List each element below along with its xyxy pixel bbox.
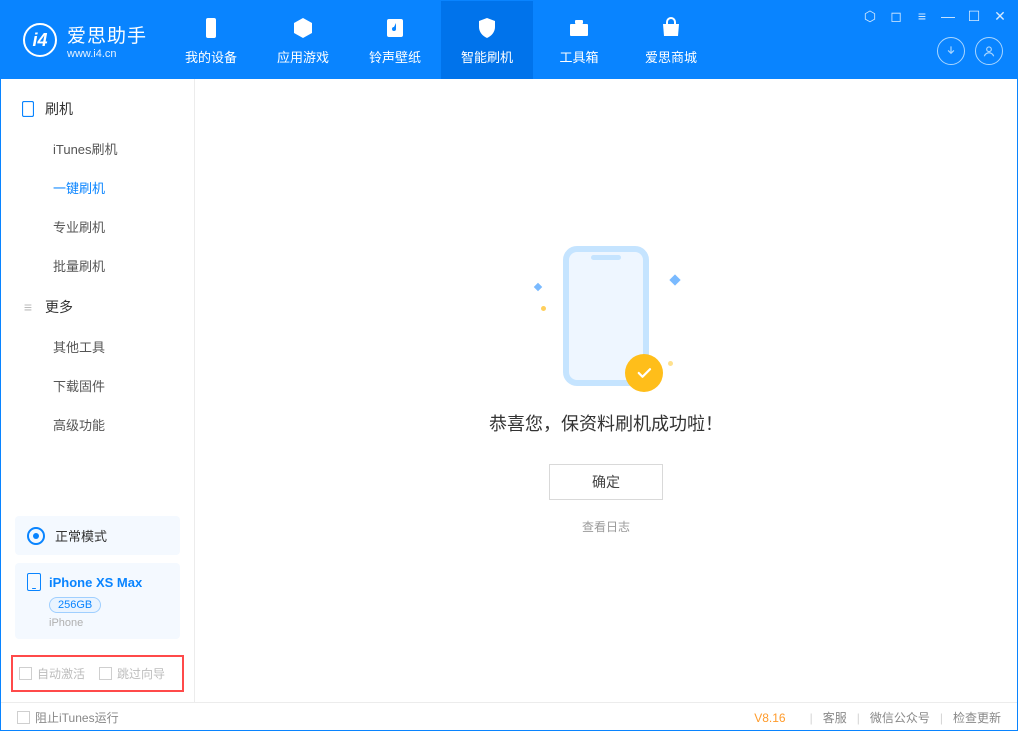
user-button[interactable] xyxy=(975,37,1003,65)
tab-toolbox[interactable]: 工具箱 xyxy=(533,1,625,79)
menu-icon[interactable]: ≡ xyxy=(913,7,931,25)
checkbox-icon xyxy=(99,667,112,680)
check-update-link[interactable]: 检查更新 xyxy=(953,709,1001,726)
download-button[interactable] xyxy=(937,37,965,65)
app-header: i4 爱思助手 www.i4.cn 我的设备 应用游戏 铃声壁纸 智能刷机 工具… xyxy=(1,1,1017,79)
sidebar-item-advanced[interactable]: 高级功能 xyxy=(1,405,194,444)
sidebar-item-download-firmware[interactable]: 下载固件 xyxy=(1,366,194,405)
tab-label: 爱思商城 xyxy=(645,47,697,66)
device-phone-icon xyxy=(27,573,41,591)
tab-label: 应用游戏 xyxy=(277,47,329,66)
status-bar: 阻止iTunes运行 V8.16 | 客服 | 微信公众号 | 检查更新 xyxy=(1,702,1017,732)
mode-card[interactable]: 正常模式 xyxy=(15,516,180,555)
device-card[interactable]: iPhone XS Max 256GB iPhone xyxy=(15,563,180,639)
sidebar-header-flash: 刷机 xyxy=(1,87,194,129)
flash-options-highlighted: 自动激活 跳过向导 xyxy=(11,655,184,692)
header-actions xyxy=(937,37,1003,65)
storage-badge: 256GB xyxy=(49,597,101,613)
tab-flash[interactable]: 智能刷机 xyxy=(441,1,533,79)
version-label: V8.16 xyxy=(754,711,785,725)
logo-icon: i4 xyxy=(23,23,57,57)
device-icon xyxy=(198,15,224,41)
tab-store[interactable]: 爱思商城 xyxy=(625,1,717,79)
sidebar-item-batch-flash[interactable]: 批量刷机 xyxy=(1,246,194,285)
list-icon: ≡ xyxy=(21,300,35,314)
tab-label: 智能刷机 xyxy=(461,47,513,66)
music-icon xyxy=(382,15,408,41)
success-illustration xyxy=(563,246,649,386)
shirt-icon[interactable]: ⬡ xyxy=(861,7,879,25)
close-icon[interactable]: ✕ xyxy=(991,7,1009,25)
checkbox-skip-guide[interactable]: 跳过向导 xyxy=(99,665,165,682)
mode-label: 正常模式 xyxy=(55,526,107,545)
tab-label: 工具箱 xyxy=(560,47,599,66)
device-type: iPhone xyxy=(49,617,168,629)
sidebar: 刷机 iTunes刷机 一键刷机 专业刷机 批量刷机 ≡ 更多 其他工具 下载固… xyxy=(1,79,195,702)
mode-icon xyxy=(27,527,45,545)
ok-button[interactable]: 确定 xyxy=(549,464,663,500)
device-name: iPhone XS Max xyxy=(49,575,142,590)
toolbox-icon xyxy=(566,15,592,41)
feedback-icon[interactable]: ◻ xyxy=(887,7,905,25)
tab-label: 铃声壁纸 xyxy=(369,47,421,66)
checkbox-block-itunes[interactable]: 阻止iTunes运行 xyxy=(17,709,119,726)
app-subtitle: www.i4.cn xyxy=(67,48,147,60)
support-link[interactable]: 客服 xyxy=(823,709,847,726)
checkbox-auto-activate[interactable]: 自动激活 xyxy=(19,665,85,682)
wechat-link[interactable]: 微信公众号 xyxy=(870,709,930,726)
app-title: 爱思助手 xyxy=(67,21,147,48)
view-log-link[interactable]: 查看日志 xyxy=(582,518,630,535)
minimize-icon[interactable]: — xyxy=(939,7,957,25)
cube-icon xyxy=(290,15,316,41)
sidebar-item-pro-flash[interactable]: 专业刷机 xyxy=(1,207,194,246)
tab-ringtones[interactable]: 铃声壁纸 xyxy=(349,1,441,79)
check-icon xyxy=(625,354,663,392)
titlebar-controls: ⬡ ◻ ≡ — ☐ ✕ xyxy=(861,7,1009,25)
success-message: 恭喜您，保资料刷机成功啦！ xyxy=(489,410,723,436)
sidebar-item-itunes-flash[interactable]: iTunes刷机 xyxy=(1,129,194,168)
nav-tabs: 我的设备 应用游戏 铃声壁纸 智能刷机 工具箱 爱思商城 xyxy=(165,1,717,79)
phone-icon xyxy=(21,102,35,116)
logo: i4 爱思助手 www.i4.cn xyxy=(1,21,165,60)
store-icon xyxy=(658,15,684,41)
main-content: 恭喜您，保资料刷机成功啦！ 确定 查看日志 xyxy=(195,79,1017,702)
checkbox-icon xyxy=(17,711,30,724)
tab-label: 我的设备 xyxy=(185,47,237,66)
tab-my-device[interactable]: 我的设备 xyxy=(165,1,257,79)
tab-apps[interactable]: 应用游戏 xyxy=(257,1,349,79)
maximize-icon[interactable]: ☐ xyxy=(965,7,983,25)
shield-icon xyxy=(474,15,500,41)
sidebar-item-other-tools[interactable]: 其他工具 xyxy=(1,327,194,366)
sidebar-header-more: ≡ 更多 xyxy=(1,285,194,327)
checkbox-icon xyxy=(19,667,32,680)
sidebar-item-oneclick-flash[interactable]: 一键刷机 xyxy=(1,168,194,207)
